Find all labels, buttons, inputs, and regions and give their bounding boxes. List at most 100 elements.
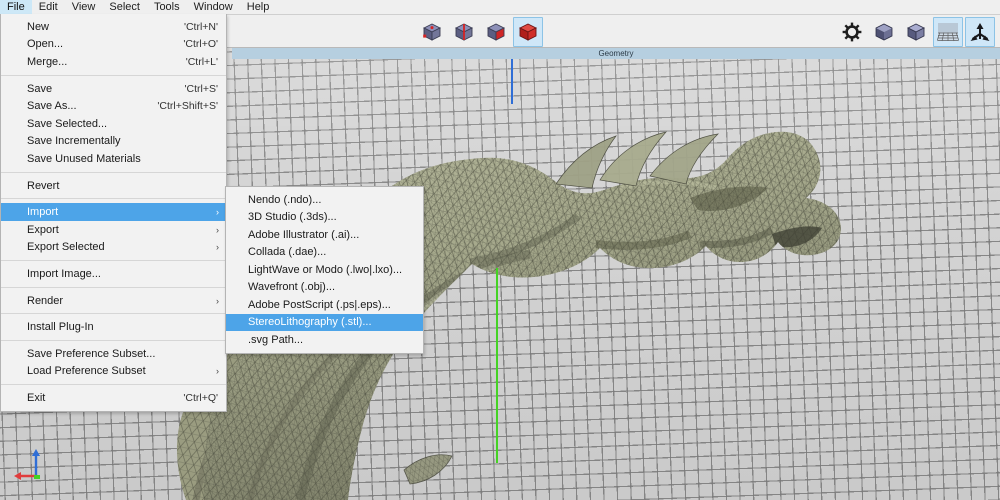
menu-item-label: Wavefront (.obj)... xyxy=(248,281,336,294)
import-submenu-item-lightwave-or-modo-lwo-lxo[interactable]: LightWave or Modo (.lwo|.lxo)... xyxy=(226,261,423,279)
menubar-item-window[interactable]: Window xyxy=(187,0,240,14)
menu-item-label: Save Selected... xyxy=(27,117,108,130)
file-menu-item-import[interactable]: Import › xyxy=(1,203,226,221)
menu-item-label: Collada (.dae)... xyxy=(248,246,327,259)
menu-separator xyxy=(1,384,226,386)
menu-item-label: New xyxy=(27,20,50,33)
menu-item-label: Import xyxy=(27,206,59,219)
import-submenu[interactable]: Nendo (.ndo)... 3D Studio (.3ds)... Adobe … xyxy=(225,186,424,354)
cube-face-icon xyxy=(485,21,507,43)
import-submenu-item-adobe-illustrator-ai[interactable]: Adobe Illustrator (.ai)... xyxy=(226,226,423,244)
menu-item-label: Save xyxy=(27,82,53,95)
file-menu-item-save-selected[interactable]: Save Selected... xyxy=(1,115,226,133)
menu-item-label: .svg Path... xyxy=(248,333,304,346)
menu-item-shortcut: 'Ctrl+Shift+S' xyxy=(157,100,218,113)
gear-icon xyxy=(841,21,863,43)
menu-separator xyxy=(1,74,226,76)
menu-item-label: Adobe PostScript (.ps|.eps)... xyxy=(248,298,391,311)
show-axes-button[interactable] xyxy=(965,16,995,47)
edge-select-mode-button[interactable] xyxy=(449,17,479,47)
menu-item-label: Import Image... xyxy=(27,267,101,280)
vertex-select-mode-button[interactable] xyxy=(417,17,447,47)
file-menu-item-save-unused-materials[interactable]: Save Unused Materials xyxy=(1,150,226,168)
menu-item-label: Revert xyxy=(27,179,60,192)
file-menu-item-open[interactable]: Open... 'Ctrl+O' xyxy=(1,36,226,54)
import-submenu-item-svg-path[interactable]: .svg Path... xyxy=(226,331,423,349)
file-menu-item-export-selected[interactable]: Export Selected › xyxy=(1,239,226,257)
menu-item-label: Adobe Illustrator (.ai)... xyxy=(248,228,360,241)
menubar-item-edit[interactable]: Edit xyxy=(32,0,65,14)
menu-item-label: Merge... xyxy=(27,55,68,68)
menu-separator xyxy=(1,260,226,262)
menu-separator xyxy=(1,171,226,173)
object-select-mode-button[interactable] xyxy=(513,16,543,47)
file-menu-item-export[interactable]: Export › xyxy=(1,221,226,239)
file-menu-item-save[interactable]: Save 'Ctrl+S' xyxy=(1,80,226,98)
menu-item-label: StereoLithography (.stl)... xyxy=(248,316,372,329)
menu-item-label: Export xyxy=(27,223,59,236)
cube-smooth-icon xyxy=(873,21,895,43)
ground-grid-icon xyxy=(936,21,960,43)
menu-item-label: LightWave or Modo (.lwo|.lxo)... xyxy=(248,263,403,276)
cube-edge-icon xyxy=(453,21,475,43)
menu-item-label: Open... xyxy=(27,38,64,51)
menu-separator xyxy=(1,286,226,288)
face-select-mode-button[interactable] xyxy=(481,17,511,47)
import-submenu-item-wavefront-obj[interactable]: Wavefront (.obj)... xyxy=(226,279,423,297)
select-mode-tool-group xyxy=(416,16,544,47)
menubar-item-select[interactable]: Select xyxy=(102,0,147,14)
preferences-button[interactable] xyxy=(837,17,867,47)
import-submenu-item-nendo-ndo[interactable]: Nendo (.ndo)... xyxy=(226,191,423,209)
file-menu-item-save-as[interactable]: Save As... 'Ctrl+Shift+S' xyxy=(1,97,226,115)
file-menu-item-revert[interactable]: Revert xyxy=(1,177,226,195)
file-menu-dropdown[interactable]: New 'Ctrl+N' Open... 'Ctrl+O' Merge... 'Ctrl+… xyxy=(0,14,227,412)
menu-item-label: Save Unused Materials xyxy=(27,152,141,165)
display-tool-group xyxy=(836,16,996,47)
import-submenu-item-stereolithography-stl[interactable]: StereoLithography (.stl)... xyxy=(226,313,423,331)
import-submenu-item-3d-studio-3ds[interactable]: 3D Studio (.3ds)... xyxy=(226,209,423,227)
file-menu-item-save-incrementally[interactable]: Save Incrementally xyxy=(1,133,226,151)
file-menu-item-install-plug-in[interactable]: Install Plug-In xyxy=(1,318,226,336)
menu-bar: File Edit View Select Tools Window Help xyxy=(0,0,1000,14)
menubar-item-help[interactable]: Help xyxy=(240,0,277,14)
cube-solid-red-icon xyxy=(517,21,539,43)
file-menu-item-import-image[interactable]: Import Image... xyxy=(1,265,226,283)
chevron-right-icon: › xyxy=(216,224,219,235)
menu-item-shortcut: 'Ctrl+N' xyxy=(183,20,218,33)
chevron-right-icon: › xyxy=(216,242,219,253)
menu-item-label: Load Preference Subset xyxy=(27,365,146,378)
file-menu-item-merge[interactable]: Merge... 'Ctrl+L' xyxy=(1,53,226,71)
menu-item-label: Export Selected xyxy=(27,241,105,254)
menu-item-shortcut: 'Ctrl+L' xyxy=(185,55,218,68)
smooth-shading-button[interactable] xyxy=(869,17,899,47)
axis-gizmo-icon xyxy=(12,446,58,486)
menu-item-label: Save Incrementally xyxy=(27,135,121,148)
flat-shading-button[interactable] xyxy=(901,17,931,47)
menu-item-label: Save Preference Subset... xyxy=(27,347,156,360)
file-menu-item-exit[interactable]: Exit 'Ctrl+Q' xyxy=(1,389,226,407)
menu-item-shortcut: 'Ctrl+S' xyxy=(184,82,218,95)
import-submenu-item-collada-dae[interactable]: Collada (.dae)... xyxy=(226,244,423,262)
menu-separator xyxy=(1,313,226,315)
cube-vertex-icon xyxy=(421,21,443,43)
cube-flat-icon xyxy=(905,21,927,43)
menu-item-shortcut: 'Ctrl+Q' xyxy=(183,391,218,404)
file-menu-item-save-preference-subset[interactable]: Save Preference Subset... xyxy=(1,345,226,363)
file-menu-item-load-preference-subset[interactable]: Load Preference Subset › xyxy=(1,363,226,381)
menu-item-label: 3D Studio (.3ds)... xyxy=(248,211,337,224)
chevron-right-icon: › xyxy=(216,366,219,377)
viewport-title: Geometry xyxy=(232,48,1000,59)
file-menu-item-new[interactable]: New 'Ctrl+N' xyxy=(1,18,226,36)
menu-item-shortcut: 'Ctrl+O' xyxy=(183,38,218,51)
show-ground-grid-button[interactable] xyxy=(933,16,963,47)
menubar-item-tools[interactable]: Tools xyxy=(147,0,187,14)
import-submenu-item-adobe-postscript-ps-eps[interactable]: Adobe PostScript (.ps|.eps)... xyxy=(226,296,423,314)
menu-item-label: Nendo (.ndo)... xyxy=(248,193,322,206)
menu-separator xyxy=(1,339,226,341)
file-menu-item-render[interactable]: Render › xyxy=(1,292,226,310)
menubar-item-file[interactable]: File xyxy=(0,0,32,14)
axis-gizmo-icon xyxy=(969,21,991,43)
menubar-item-view[interactable]: View xyxy=(65,0,103,14)
application-window: FileEditViewSelectToolsWindowHelp xyxy=(0,0,1000,500)
menu-item-label: Render xyxy=(27,294,64,307)
